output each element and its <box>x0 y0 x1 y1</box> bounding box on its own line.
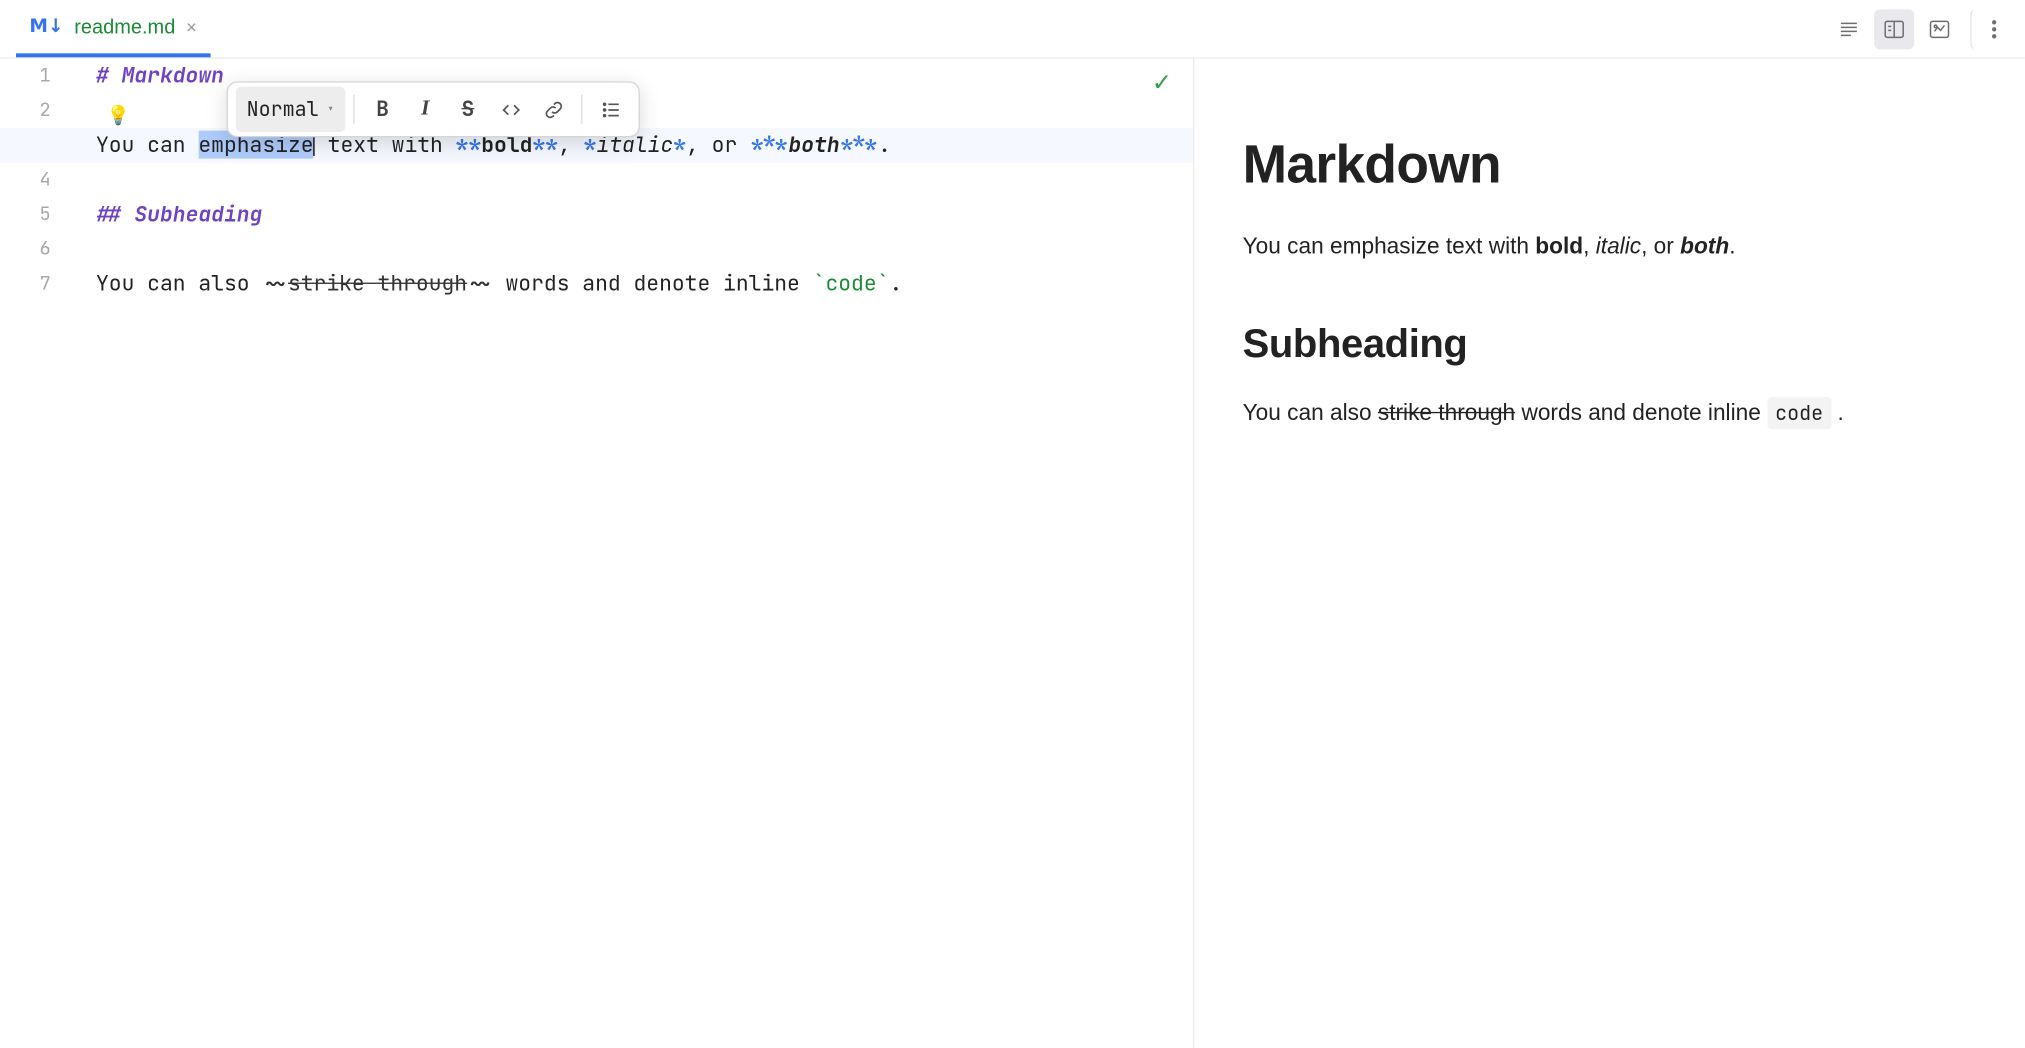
chevron-down-icon: ▾ <box>327 92 335 127</box>
gutter-line: 2 <box>0 93 51 128</box>
markdown-file-icon: M↓ <box>29 16 63 37</box>
close-tab-button[interactable]: × <box>186 16 197 37</box>
tab-filename: readme.md <box>74 15 175 38</box>
preview-paragraph: You can also strike through words and de… <box>1243 395 1977 429</box>
editor-tabbar: M↓ readme.md × <box>0 0 2025 59</box>
tab-readme[interactable]: M↓ readme.md × <box>16 0 210 57</box>
preview-h2: Subheading <box>1243 314 1977 374</box>
code-line[interactable] <box>96 163 1193 198</box>
paragraph-style-label: Normal <box>247 92 319 127</box>
more-actions-icon[interactable] <box>1970 9 2006 49</box>
code-line[interactable]: ## Subheading <box>96 197 1193 232</box>
preview-only-icon[interactable] <box>1920 9 1960 49</box>
view-mode-switcher <box>1829 0 2006 57</box>
paragraph-style-dropdown[interactable]: Normal ▾ <box>236 87 345 132</box>
gutter-line: 6 <box>0 232 51 267</box>
link-button[interactable] <box>533 91 573 128</box>
toolbar-divider <box>353 95 354 124</box>
italic-button[interactable]: I <box>405 91 445 128</box>
editor-preview-split-icon[interactable] <box>1874 9 1914 49</box>
gutter-line: 4 <box>0 163 51 198</box>
split-view: ✓ 💡 1 2 3 4 5 6 7 # Markdown You can emp… <box>0 59 2025 1048</box>
source-only-icon[interactable] <box>1829 9 1869 49</box>
strikethrough-button[interactable]: S <box>448 91 488 128</box>
markdown-source-editor[interactable]: ✓ 💡 1 2 3 4 5 6 7 # Markdown You can emp… <box>0 59 1195 1048</box>
code-line[interactable] <box>96 232 1193 267</box>
code-line[interactable]: You can also ~~strike through~~ words an… <box>96 267 1193 302</box>
code-button[interactable] <box>491 91 531 128</box>
preview-paragraph: You can emphasize text with bold, italic… <box>1243 229 1977 263</box>
preview-h1: Markdown <box>1243 125 1977 205</box>
gutter-line: 5 <box>0 197 51 232</box>
toolbar-divider <box>581 95 582 124</box>
list-button[interactable] <box>591 91 631 128</box>
markdown-preview: Markdown You can emphasize text with bol… <box>1195 59 2025 1048</box>
gutter-line: 7 <box>0 267 51 302</box>
selection-toolbar: Normal ▾ B I S <box>227 81 640 137</box>
line-gutter: 1 2 3 4 5 6 7 <box>0 59 83 1048</box>
bold-button[interactable]: B <box>363 91 403 128</box>
gutter-line: 1 <box>0 59 51 94</box>
